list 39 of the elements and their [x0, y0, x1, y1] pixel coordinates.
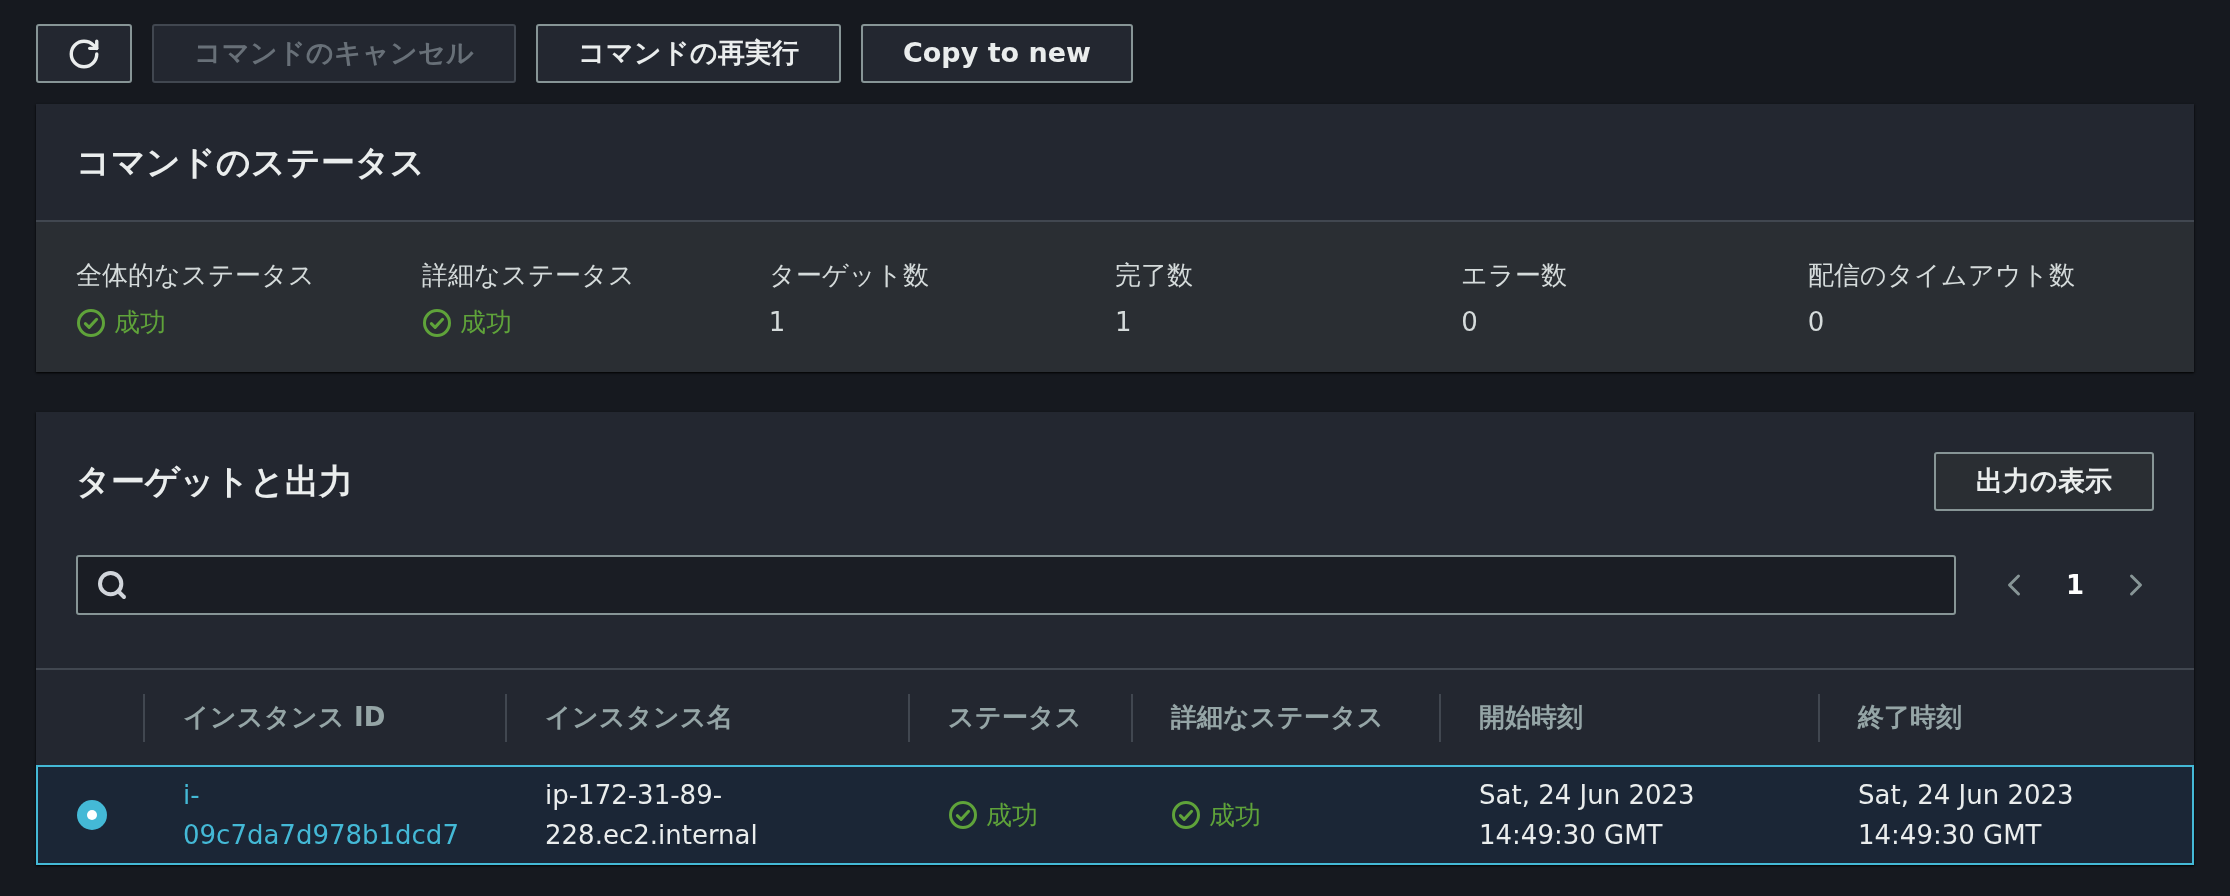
- table-cell-text: Sat, 24 Jun 2023 14:49:30 GMT: [1858, 779, 2075, 852]
- check-circle-icon: [1171, 800, 1201, 830]
- column-header: インスタンス名: [545, 701, 733, 734]
- column-header: 詳細なステータス: [1171, 701, 1384, 734]
- status-text: 成功: [1209, 799, 1261, 832]
- status-label: 全体的なステータス: [76, 259, 316, 292]
- column-header: ステータス: [948, 701, 1082, 734]
- status-value: 1: [768, 306, 787, 339]
- table-cell-text: Sat, 24 Jun 2023 14:49:30 GMT: [1479, 779, 1696, 852]
- status-label: エラー数: [1461, 259, 1569, 292]
- show-output-button[interactable]: 出力の表示: [1934, 452, 2154, 511]
- column-header: インスタンス ID: [183, 701, 386, 734]
- status-label: 完了数: [1115, 259, 1194, 292]
- table-cell-text: ip-172-31-89-228.ec2.internal: [545, 779, 759, 852]
- status-label: 詳細なステータス: [422, 259, 637, 292]
- toolbar-button[interactable]: コマンドの再実行: [536, 24, 841, 83]
- column-header: 終了時刻: [1858, 701, 1962, 734]
- instance-link[interactable]: i-09c7da7d978b1dcd7: [183, 775, 463, 855]
- status-value: 1: [1115, 306, 1133, 339]
- status-label: 配信のタイムアウト数: [1807, 259, 2076, 292]
- status-text: 成功: [460, 306, 513, 339]
- status-value: 0: [1807, 306, 1826, 339]
- status-text: 成功: [986, 799, 1038, 832]
- table-row[interactable]: i-09c7da7d978b1dcd7 ip-172-31-89-228.ec2.internal 成功 成功 Sat, 24 Jun 2023 14:49:30 GMT Sat, 24 Jun 2023 14:49:30 GMT: [36, 765, 2194, 865]
- check-circle-icon: [76, 307, 106, 338]
- row-radio[interactable]: [76, 800, 107, 830]
- check-circle-icon: [948, 800, 978, 830]
- toolbar-button[interactable]: Copy to new: [861, 24, 1134, 83]
- check-circle-icon: [422, 307, 453, 338]
- status-label: ターゲット数: [768, 259, 930, 292]
- search-icon: [96, 569, 128, 601]
- panel-title: コマンドのステータス: [76, 140, 425, 184]
- status-value: 0: [1461, 306, 1479, 339]
- search-field[interactable]: [76, 555, 1956, 615]
- status-text: 成功: [114, 306, 166, 339]
- column-header: 開始時刻: [1479, 701, 1583, 734]
- refresh-button[interactable]: [36, 24, 132, 83]
- page-number[interactable]: 1: [2065, 565, 2084, 605]
- panel-title: ターゲットと出力: [76, 460, 353, 503]
